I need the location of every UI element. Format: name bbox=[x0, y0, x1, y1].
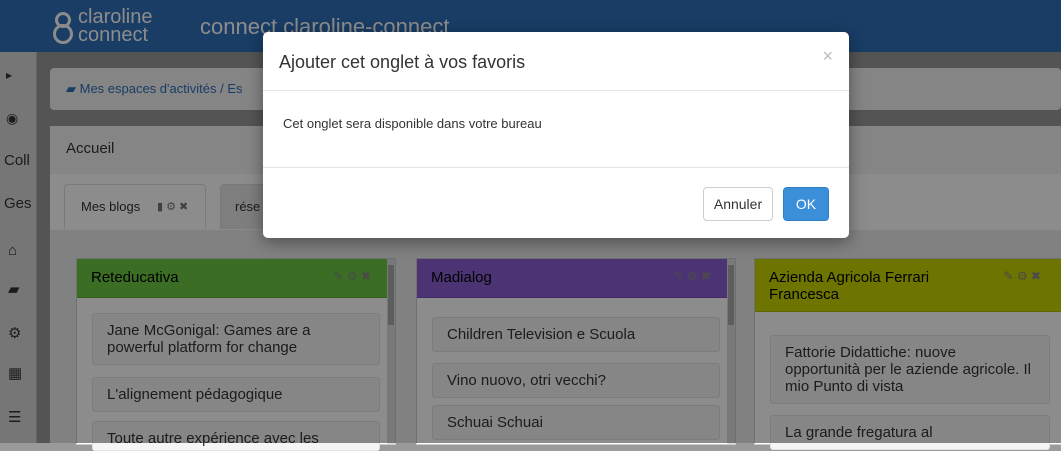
ok-button[interactable]: OK bbox=[783, 187, 829, 221]
modal-body: Cet onglet sera disponible dans votre bu… bbox=[263, 91, 849, 168]
cancel-button[interactable]: Annuler bbox=[703, 187, 773, 221]
modal-message: Cet onglet sera disponible dans votre bu… bbox=[283, 116, 542, 131]
modal-footer: Annuler OK bbox=[263, 168, 849, 238]
add-favorite-modal: Ajouter cet onglet à vos favoris × Cet o… bbox=[263, 32, 849, 238]
modal-header: Ajouter cet onglet à vos favoris × bbox=[263, 32, 849, 91]
modal-title: Ajouter cet onglet à vos favoris bbox=[279, 52, 526, 72]
close-icon[interactable]: × bbox=[822, 46, 833, 67]
